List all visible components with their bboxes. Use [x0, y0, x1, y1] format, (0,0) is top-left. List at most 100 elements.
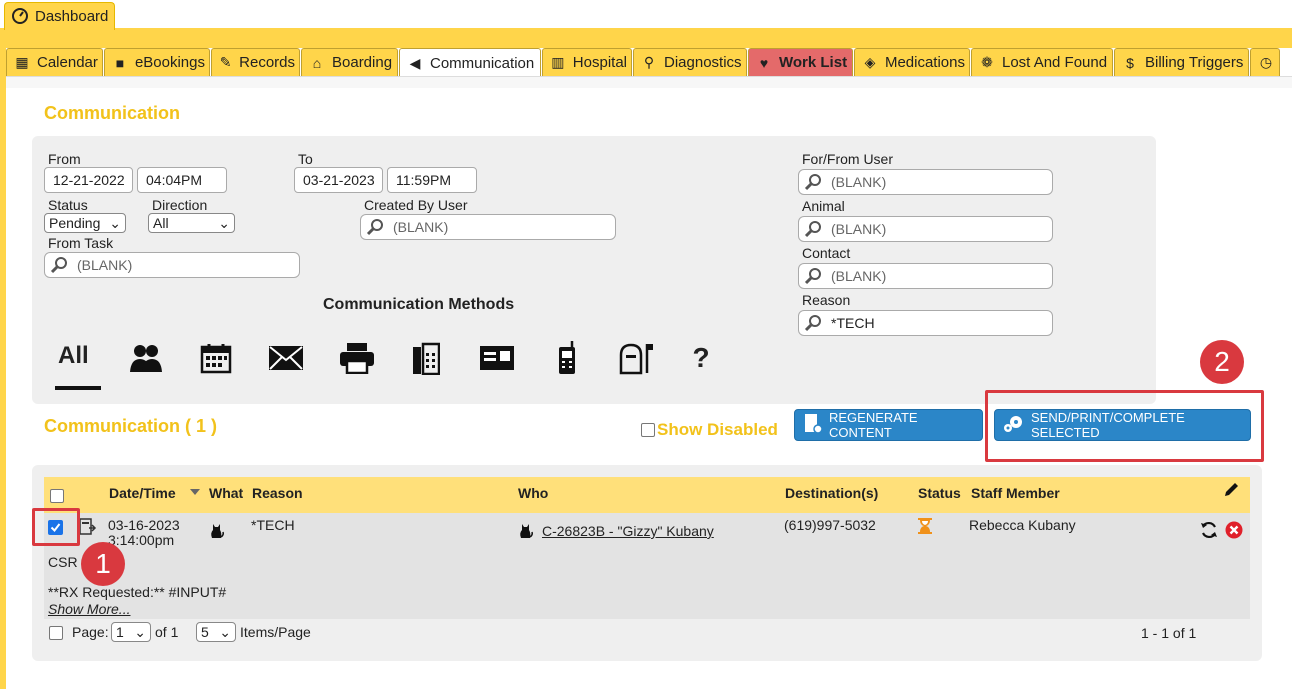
tab-content-border	[6, 76, 1292, 88]
mailbox-icon[interactable]	[616, 338, 656, 378]
chevron-down-icon: ⌄	[134, 623, 146, 640]
cellphone-icon[interactable]	[547, 338, 587, 378]
question-icon[interactable]: ?	[681, 338, 721, 378]
calendar-icon: ▦	[15, 54, 29, 70]
contact-label: Contact	[802, 245, 851, 261]
to-time-input[interactable]: 11:59PM	[387, 167, 477, 193]
chevron-down-icon: ⌄	[219, 623, 231, 640]
reason-input[interactable]: *TECH	[798, 310, 1053, 336]
from-task-value: (BLANK)	[77, 257, 133, 273]
direction-label: Direction	[152, 197, 208, 213]
from-label: From	[48, 151, 81, 167]
show-more-link[interactable]: Show More...	[48, 601, 130, 617]
footer-checkbox[interactable]	[49, 626, 63, 640]
tab-dashboard[interactable]: Dashboard	[4, 2, 115, 30]
column-who[interactable]: Who	[518, 485, 548, 501]
method-selected-underline	[55, 386, 101, 390]
tab-calendar[interactable]: ▦ Calendar	[6, 48, 103, 76]
from-task-input[interactable]: (BLANK)	[44, 252, 300, 278]
to-date-input[interactable]: 03-21-2023	[294, 167, 383, 193]
page-select[interactable]: 1 ⌄	[111, 622, 151, 642]
to-label: To	[298, 151, 313, 167]
card-icon[interactable]	[477, 338, 517, 378]
tab-dashboard-label: Dashboard	[35, 8, 109, 25]
annotation-marker-2: 2	[1200, 340, 1244, 384]
created-by-label: Created By User	[364, 197, 468, 213]
row-who-link[interactable]: C-26823B - "Gizzy" Kubany	[542, 523, 714, 539]
people-icon[interactable]	[126, 338, 166, 378]
tab-label: Diagnostics	[664, 54, 742, 71]
for-from-user-input[interactable]: (BLANK)	[798, 169, 1053, 195]
tab-label: Lost And Found	[1002, 54, 1108, 71]
tab-billing-triggers[interactable]: $ Billing Triggers	[1114, 48, 1249, 76]
tab-medications[interactable]: ◈ Medications	[854, 48, 970, 76]
tab-communication[interactable]: ◀ Communication	[399, 48, 541, 78]
tab-label: Calendar	[37, 54, 98, 71]
tab-work-list[interactable]: ♥ Work List	[748, 48, 853, 76]
row-time: 3:14:00pm	[108, 532, 175, 548]
annotation-marker-1: 1	[81, 542, 125, 586]
tab-label: Records	[239, 54, 295, 71]
direction-select[interactable]: All ⌄	[148, 213, 235, 233]
tab-ebookings[interactable]: ■ eBookings	[104, 48, 210, 76]
for-from-user-label: For/From User	[802, 151, 893, 167]
tab-label: Communication	[430, 55, 535, 72]
show-disabled-checkbox[interactable]	[641, 423, 655, 437]
tab-label: Medications	[884, 54, 965, 71]
from-time-input[interactable]: 04:04PM	[137, 167, 227, 193]
animal-input[interactable]: (BLANK)	[798, 216, 1053, 242]
select-all-checkbox[interactable]	[50, 489, 64, 503]
direction-value: All	[153, 215, 169, 231]
tab-clock[interactable]: ◷	[1250, 48, 1280, 76]
document-arrow-icon[interactable]	[78, 517, 98, 540]
animal-label: Animal	[802, 198, 845, 214]
delete-icon[interactable]	[1224, 520, 1244, 543]
page-of: of 1	[155, 624, 179, 640]
reason-label: Reason	[802, 292, 851, 308]
status-select[interactable]: Pending ⌄	[44, 213, 126, 233]
list-title: Communication ( 1 )	[44, 416, 218, 436]
cat-icon	[209, 522, 225, 543]
tab-diagnostics[interactable]: ⚲ Diagnostics	[633, 48, 747, 76]
row-csr: CSR	[48, 554, 78, 570]
from-date-input[interactable]: 12-21-2022	[44, 167, 133, 193]
search-icon	[803, 266, 823, 286]
sort-desc-icon[interactable]	[190, 489, 200, 495]
column-what[interactable]: What	[209, 485, 243, 501]
refresh-icon[interactable]	[1199, 520, 1219, 543]
tab-records[interactable]: ✎ Records	[211, 48, 300, 76]
items-per-page-value: 5	[201, 624, 209, 640]
show-disabled-toggle[interactable]: Show Disabled	[641, 420, 778, 440]
column-status[interactable]: Status	[918, 485, 961, 501]
dollar-icon: $	[1126, 54, 1134, 71]
page-title: Communication	[44, 103, 181, 123]
annotation-box-2	[985, 390, 1264, 462]
contact-input[interactable]: (BLANK)	[798, 263, 1053, 289]
chevron-down-icon: ⌄	[109, 214, 121, 231]
for-from-user-value: (BLANK)	[831, 174, 887, 190]
top-bar	[0, 28, 1292, 48]
reason-value: *TECH	[831, 315, 875, 331]
items-per-page-select[interactable]: 5 ⌄	[196, 622, 236, 642]
left-stripe	[0, 28, 6, 689]
tab-lost-and-found[interactable]: ❁ Lost And Found	[971, 48, 1113, 76]
column-staff-member[interactable]: Staff Member	[971, 485, 1060, 501]
created-by-input[interactable]: (BLANK)	[360, 214, 616, 240]
regenerate-content-button[interactable]: REGENERATE CONTENT	[794, 409, 983, 441]
envelope-icon[interactable]	[266, 338, 306, 378]
method-all[interactable]: All	[58, 342, 89, 370]
microscope-icon: ⚲	[643, 54, 655, 70]
printer-icon[interactable]	[337, 338, 377, 378]
gauge-icon	[11, 6, 29, 28]
column-date-time[interactable]: Date/Time	[109, 485, 176, 501]
tab-label: Hospital	[572, 54, 627, 71]
tab-boarding[interactable]: ⌂ Boarding	[301, 48, 398, 76]
column-reason[interactable]: Reason	[252, 485, 303, 501]
fax-icon[interactable]	[406, 338, 446, 378]
pencil-icon[interactable]	[1222, 481, 1240, 502]
column-destinations[interactable]: Destination(s)	[785, 485, 878, 501]
search-icon	[365, 217, 385, 237]
row-content: **RX Requested:** #INPUT#	[48, 584, 227, 600]
tab-hospital[interactable]: ▥ Hospital	[542, 48, 632, 76]
calendar-icon[interactable]	[196, 338, 236, 378]
